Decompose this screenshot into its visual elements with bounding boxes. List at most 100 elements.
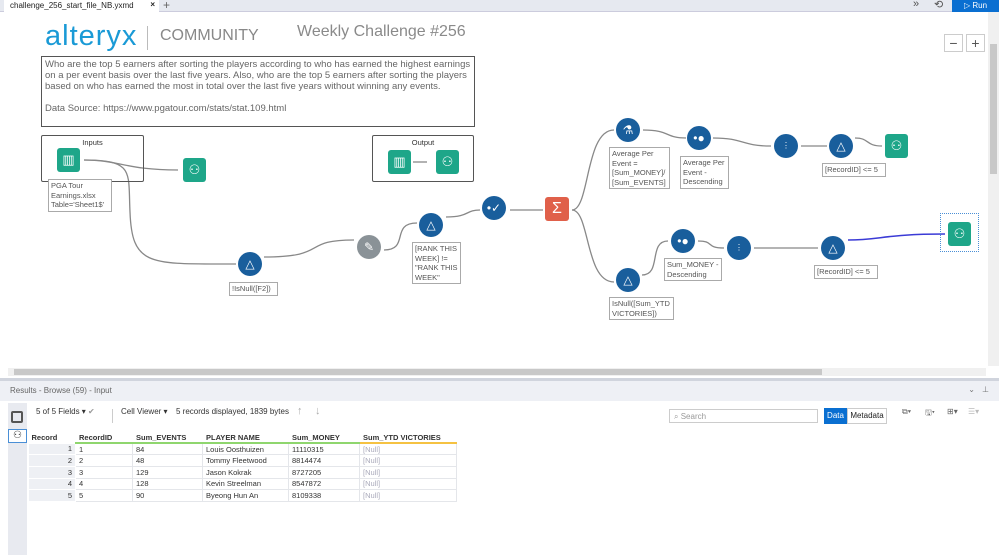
column-header[interactable]: Record — [28, 432, 76, 443]
table-cell[interactable]: 129 — [132, 465, 203, 479]
workflow-canvas[interactable]: alteryx COMMUNITY Weekly Challenge #256 … — [0, 12, 988, 366]
column-header[interactable]: Sum_MONEY — [288, 432, 360, 444]
browse-tool-icon-selected[interactable]: ⚇ — [948, 222, 971, 246]
column-header[interactable]: PLAYER NAME — [202, 432, 289, 444]
table-cell[interactable]: 8109338 — [288, 489, 360, 502]
output-label: Output — [411, 138, 435, 147]
binoculars-icon[interactable]: ⚇ — [8, 429, 27, 443]
table-cell[interactable]: Jason Kokrak — [202, 465, 289, 479]
annotation-filter4: IsNull([Sum_YTD VICTORIES]) — [609, 297, 674, 320]
table-cell[interactable]: 1 — [28, 442, 76, 456]
table-cell[interactable]: 1 — [75, 442, 133, 456]
fields-dropdown[interactable]: 5 of 5 Fields ▾ ✔ — [36, 407, 95, 416]
close-icon[interactable]: × — [150, 0, 155, 9]
results-table: Record RecordID Sum_EVENTS PLAYER NAME Sum_M… — [28, 432, 457, 502]
table-cell[interactable]: [Null] — [359, 442, 457, 456]
history-icon[interactable]: ⟲ — [934, 0, 943, 11]
arrow-down-icon[interactable]: ↓ — [315, 405, 321, 417]
more-icon[interactable]: » — [913, 0, 919, 10]
results-header: Results - Browse (59) - Input ⌄ ⊥ — [0, 381, 999, 401]
table-row: 1 1 84 Louis Oosthuizen 11110315 [Null] — [28, 442, 457, 456]
table-row: 3 3 129 Jason Kokrak 8727205 [Null] — [28, 465, 457, 479]
zoom-out-button[interactable]: − — [944, 34, 963, 52]
table-cell[interactable]: 128 — [132, 477, 203, 491]
browse-tool-icon[interactable]: ⚇ — [885, 134, 908, 158]
table-cell[interactable]: 8727205 — [288, 465, 360, 479]
filter-tool-icon[interactable]: △ — [829, 134, 853, 158]
save-icon[interactable]: 🖫▾ — [925, 407, 935, 421]
table-cell[interactable]: 3 — [28, 465, 76, 479]
table-cell[interactable]: Byeong Hun An — [202, 489, 289, 502]
table-cell[interactable]: Tommy Fleetwood — [202, 454, 289, 467]
browse-tool-icon[interactable]: ⚇ — [436, 150, 459, 174]
table-cell[interactable]: 3 — [75, 465, 133, 479]
table-row: 4 4 128 Kevin Streelman 8547872 [Null] — [28, 477, 457, 491]
collapse-icon[interactable]: ⌄ — [968, 385, 975, 394]
table-cell[interactable]: [Null] — [359, 454, 457, 467]
cell-viewer-dropdown[interactable]: Cell Viewer ▾ — [121, 407, 168, 416]
results-title: Results - Browse (59) - Input — [10, 386, 112, 395]
formula-tool-icon[interactable]: ⚗ — [616, 118, 640, 142]
select-tool-icon[interactable]: •✓ — [482, 196, 506, 220]
record-id-tool-icon[interactable]: ⋮ — [774, 134, 798, 158]
fields-icon[interactable] — [11, 411, 23, 423]
copy-icon[interactable]: ⧉▾ — [902, 407, 911, 417]
annotation-formula: Average Per Event = [Sum_MONEY]/ [Sum_EV… — [609, 147, 670, 189]
menu-icon[interactable]: ☰▾ — [968, 407, 979, 416]
inputs-label: Inputs — [82, 138, 103, 147]
sort-tool-icon[interactable]: •● — [671, 229, 695, 253]
table-cell[interactable]: 4 — [28, 477, 76, 491]
filter-tool-icon[interactable]: △ — [821, 236, 845, 260]
arrow-up-icon[interactable]: ↑ — [297, 405, 303, 417]
check-icon[interactable]: ✔ — [88, 407, 95, 416]
vertical-scroll-thumb[interactable] — [990, 44, 997, 174]
browse-tool-icon[interactable]: ⚇ — [183, 158, 206, 182]
filter-tool-icon[interactable]: △ — [419, 213, 443, 237]
annotation-input: PGA Tour Earnings.xlsx Table='Sheet1$' — [48, 179, 112, 212]
annotation-filter2: [RANK THIS WEEK] != "RANK THIS WEEK" — [412, 242, 461, 284]
summarize-tool-icon[interactable]: Σ — [545, 197, 569, 221]
table-cell[interactable]: Kevin Streelman — [202, 477, 289, 491]
tab-data[interactable]: Data — [824, 408, 847, 424]
column-header[interactable]: Sum_YTD VICTORIES — [359, 432, 457, 444]
add-column-icon[interactable]: ⊞▾ — [947, 407, 958, 416]
table-cell[interactable]: 8814474 — [288, 454, 360, 467]
output-data-tool-icon[interactable]: ▥ — [388, 150, 411, 174]
input-data-tool-icon[interactable]: ▥ — [57, 148, 80, 172]
run-button[interactable]: ▷ Run — [952, 0, 999, 12]
table-cell[interactable]: 5 — [75, 489, 133, 502]
sort-tool-icon[interactable]: •● — [687, 126, 711, 150]
table-cell[interactable]: 8547872 — [288, 477, 360, 491]
dynamic-rename-tool-icon[interactable]: ✎ — [357, 235, 381, 259]
table-cell[interactable]: 2 — [75, 454, 133, 467]
table-cell[interactable]: [Null] — [359, 465, 457, 479]
logo-divider — [147, 26, 148, 50]
pin-icon[interactable]: ⊥ — [982, 385, 989, 394]
table-cell[interactable]: 2 — [28, 454, 76, 467]
table-cell[interactable]: 90 — [132, 489, 203, 502]
table-cell[interactable]: [Null] — [359, 489, 457, 502]
filter-tool-icon[interactable]: △ — [238, 252, 262, 276]
column-header[interactable]: Sum_EVENTS — [132, 432, 203, 444]
table-cell[interactable]: [Null] — [359, 477, 457, 491]
tab-workflow[interactable]: challenge_256_start_file_NB.yxmd × — [4, 0, 159, 12]
table-cell[interactable]: 5 — [28, 489, 76, 502]
table-cell[interactable]: 11110315 — [288, 442, 360, 456]
tab-metadata[interactable]: Metadata — [847, 408, 887, 424]
record-id-tool-icon[interactable]: ⋮ — [727, 236, 751, 260]
table-cell[interactable]: Louis Oosthuizen — [202, 442, 289, 456]
records-summary: 5 records displayed, 1839 bytes — [176, 407, 289, 416]
zoom-in-button[interactable]: + — [966, 34, 985, 52]
cell-viewer-label: Cell Viewer — [121, 407, 162, 416]
new-tab-button[interactable]: + — [163, 0, 170, 12]
fields-label: 5 of 5 Fields — [36, 407, 80, 416]
horizontal-scroll-thumb[interactable] — [14, 369, 822, 375]
comment-box[interactable]: Who are the top 5 earners after sorting … — [41, 56, 475, 127]
table-cell[interactable]: 4 — [75, 477, 133, 491]
search-input[interactable]: ⌕ Search — [669, 409, 818, 423]
table-cell[interactable]: 48 — [132, 454, 203, 467]
divider — [112, 409, 113, 423]
table-cell[interactable]: 84 — [132, 442, 203, 456]
filter-tool-icon[interactable]: △ — [616, 268, 640, 292]
column-header[interactable]: RecordID — [75, 432, 133, 444]
